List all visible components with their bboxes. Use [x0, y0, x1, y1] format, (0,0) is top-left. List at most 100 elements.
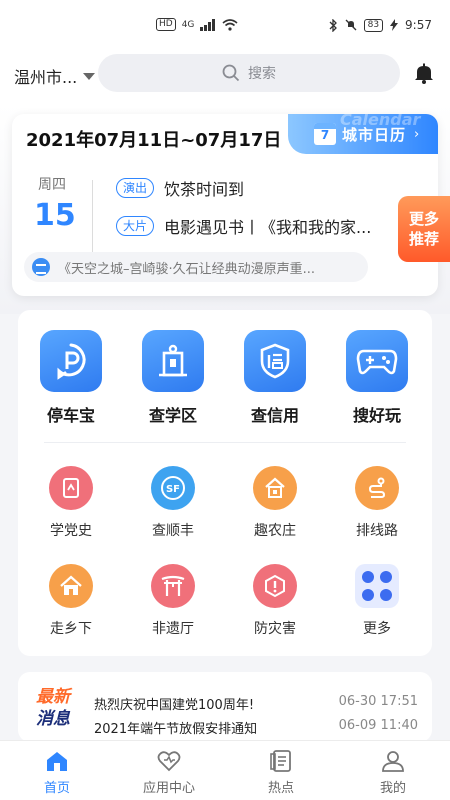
service-parking[interactable]: 停车宝: [26, 330, 116, 426]
latest-news-logo: 最新 消息: [36, 686, 70, 730]
book-icon: [63, 478, 79, 498]
news-title: 热烈庆祝中国建党100周年!: [94, 698, 255, 713]
service-heritage[interactable]: 非遗厅: [128, 564, 218, 638]
chevron-down-icon: [83, 72, 96, 80]
services-divider: [44, 442, 406, 443]
heart-icon: [157, 751, 181, 772]
alert-icon: [265, 574, 285, 598]
service-label: 排线路: [356, 523, 398, 539]
tab-label: 首页: [43, 781, 70, 796]
sf-express-circle: SF: [151, 466, 195, 510]
divider: [92, 180, 93, 252]
service-party-history[interactable]: 学党史: [26, 466, 116, 540]
tab-hot[interactable]: 热点: [241, 749, 321, 796]
svg-text:SF: SF: [166, 484, 180, 495]
event-item[interactable]: 大片 电影遇见书丨《我和我的家...: [116, 214, 371, 238]
event-badge: 演出: [116, 178, 155, 198]
tab-app-center[interactable]: 应用中心: [129, 749, 209, 796]
credit-shield-icon: [260, 343, 290, 379]
status-left-group: HD 4G: [156, 18, 238, 31]
document-icon: [270, 750, 291, 772]
service-school[interactable]: 查学区: [128, 330, 218, 426]
news-snippet: 《天空之城–宫崎骏·久石让经典动漫原声重...: [58, 261, 316, 277]
status-right-group: 83 9:57: [329, 18, 432, 32]
tab-home[interactable]: 首页: [17, 749, 97, 796]
party-history-circle: [49, 466, 93, 510]
mute-bell-icon: [345, 19, 357, 31]
more-recommend-line1: 更多: [408, 210, 439, 228]
services-panel: 停车宝 查学区 查信用 搜好玩 学党史 SF 查顺丰 趣农庄 排线路 走乡下 非…: [18, 310, 432, 656]
event-badge: 大片: [116, 216, 155, 236]
search-icon: [222, 64, 240, 82]
service-label: 走乡下: [50, 621, 92, 637]
calendar-date-range: 2021年07月11日~07月17日: [26, 130, 282, 151]
hd-indicator: HD: [156, 18, 176, 31]
bottom-tab-bar: 首页 应用中心 热点 我的: [0, 740, 450, 800]
status-bar: HD 4G 83 9:57: [0, 0, 450, 52]
battery-indicator: 83: [363, 18, 384, 32]
route-circle: [355, 466, 399, 510]
network-label: 4G: [181, 19, 195, 30]
charging-icon: [390, 19, 399, 31]
credit-tile: [244, 330, 306, 392]
more-recommend-tab[interactable]: 更多 推荐: [398, 196, 450, 262]
calendar-watermark: Calendar: [340, 114, 421, 129]
tab-mine[interactable]: 我的: [353, 749, 433, 796]
service-label: 搜好玩: [352, 406, 401, 425]
service-label: 查顺丰: [152, 523, 194, 539]
day-number: 15: [34, 198, 76, 233]
city-label: 温州市...: [14, 68, 78, 87]
school-tile: [142, 330, 204, 392]
city-calendar-card[interactable]: 2021年07月11日~07月17日 Calendar 7 城市日历 › 周四 …: [12, 114, 438, 296]
city-selector[interactable]: 温州市...: [14, 64, 96, 88]
search-placeholder: 搜索: [248, 66, 276, 82]
profile-icon: [382, 751, 404, 772]
news-time: 06-09 11:40: [338, 718, 418, 733]
wifi-icon: [222, 18, 238, 31]
calendar-icon: 7: [314, 123, 336, 145]
notification-bell-icon[interactable]: [413, 62, 435, 84]
event-title: 饮茶时间到: [164, 180, 245, 199]
weekday-label: 周四: [38, 177, 66, 193]
bluetooth-icon: [329, 18, 337, 32]
service-label: 学党史: [50, 523, 92, 539]
service-label: 防灾害: [254, 621, 296, 637]
countryside-circle: [49, 564, 93, 608]
gamepad-icon: [356, 349, 398, 375]
route-icon: [368, 477, 386, 498]
village-icon: [60, 575, 82, 595]
service-label: 查学区: [148, 406, 197, 425]
clock: 9:57: [405, 18, 432, 32]
service-label: 更多: [363, 621, 391, 637]
event-item[interactable]: 演出 饮茶时间到: [116, 176, 244, 200]
fun-tile: [346, 330, 408, 392]
parking-icon: [57, 343, 86, 380]
latest-news-panel: 最新 消息 热烈庆祝中国建党100周年! 06-30 17:51 2021年端午…: [18, 672, 432, 742]
service-farm[interactable]: 趣农庄: [230, 466, 320, 540]
news-logo-line2: 消息: [36, 709, 70, 729]
top-bar: 温州市... 搜索: [0, 52, 450, 104]
parking-tile: [40, 330, 102, 392]
event-title: 电影遇见书丨《我和我的家...: [164, 218, 372, 237]
service-countryside[interactable]: 走乡下: [26, 564, 116, 638]
search-bar[interactable]: 搜索: [98, 54, 400, 92]
service-route[interactable]: 排线路: [332, 466, 422, 540]
calendar-news-chip[interactable]: 《天空之城–宫崎骏·久石让经典动漫原声重...: [24, 252, 368, 282]
service-label: 查信用: [250, 406, 299, 425]
more-recommend-line2: 推荐: [408, 230, 439, 248]
news-logo-line1: 最新: [36, 687, 70, 707]
farm-house-icon: [265, 477, 285, 498]
more-grid-icon: [355, 564, 399, 608]
service-sf-express[interactable]: SF 查顺丰: [128, 466, 218, 540]
service-label: 停车宝: [46, 406, 95, 425]
service-disaster[interactable]: 防灾害: [230, 564, 320, 638]
city-calendar-tag[interactable]: Calendar 7 城市日历 ›: [288, 114, 438, 154]
service-credit[interactable]: 查信用: [230, 330, 320, 426]
service-label: 非遗厅: [152, 621, 194, 637]
disaster-circle: [253, 564, 297, 608]
sf-express-icon: SF: [161, 476, 185, 500]
news-title: 2021年端午节放假安排通知: [94, 722, 258, 737]
service-fun[interactable]: 搜好玩: [332, 330, 422, 426]
home-icon: [47, 752, 67, 771]
service-more[interactable]: 更多: [332, 564, 422, 638]
